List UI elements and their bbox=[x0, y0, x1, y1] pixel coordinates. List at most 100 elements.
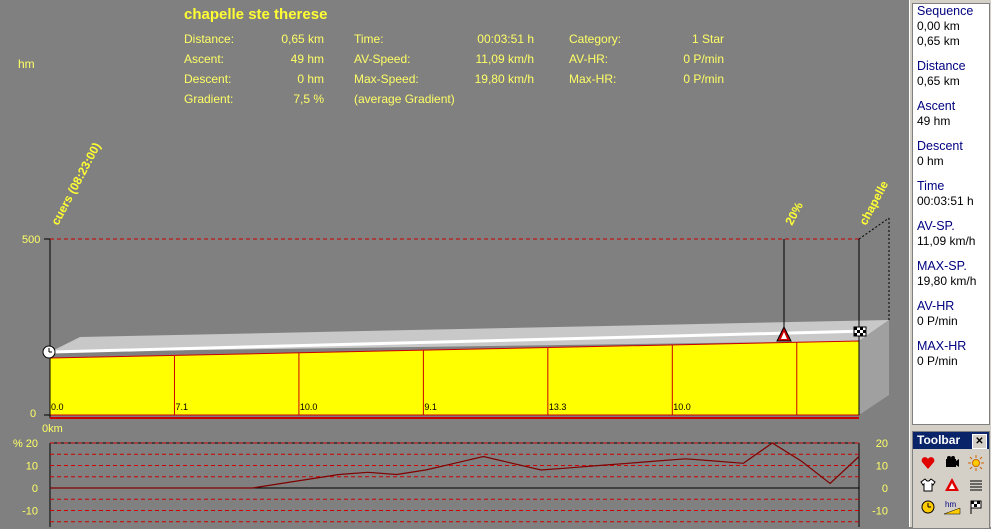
heart-rate-button[interactable] bbox=[917, 453, 939, 473]
maxhr-value: 0 P/min bbox=[683, 72, 724, 86]
avhr-label: AV-HR: bbox=[569, 52, 609, 66]
avg-gradient-note: (average Gradient) bbox=[354, 92, 455, 106]
segment-gradient-label: 9.1 bbox=[424, 402, 437, 412]
sidebar-item-title: Distance bbox=[917, 59, 966, 73]
sidebar-item-value: 0,00 km bbox=[917, 19, 960, 33]
list-icon bbox=[970, 480, 982, 491]
segment-gradient-label: 13.3 bbox=[549, 402, 567, 412]
grad-right-tick: 20 bbox=[876, 438, 888, 450]
ascent-label: Ascent: bbox=[184, 52, 225, 66]
grad-right-tick: 10 bbox=[876, 461, 888, 473]
x-label-start: 0km bbox=[42, 423, 63, 435]
toolbar-close-button[interactable]: ✕ bbox=[972, 434, 987, 449]
sidebar-item-value: 0,65 km bbox=[917, 34, 960, 48]
sidebar-item-title: MAX-SP. bbox=[917, 259, 967, 273]
sidebar-item-distance[interactable]: Distance 0,65 km bbox=[913, 59, 989, 89]
sidebar-item-value: 00:03:51 h bbox=[917, 194, 974, 208]
maxhr-label: Max-HR: bbox=[569, 72, 617, 86]
finish-button[interactable] bbox=[965, 497, 987, 517]
jersey-button[interactable] bbox=[917, 475, 939, 495]
sidebar-item-time[interactable]: Time 00:03:51 h bbox=[913, 179, 989, 209]
avspeed-value: 11,09 km/h bbox=[475, 52, 534, 66]
clock-icon bbox=[921, 500, 935, 514]
segment-gradient-label: 0.0 bbox=[51, 402, 64, 412]
grad-left-tick: 20 bbox=[26, 438, 38, 450]
route-title: chapelle ste therese bbox=[184, 6, 328, 23]
y-label-0: 0 bbox=[30, 408, 36, 420]
finish-flag-icon bbox=[853, 326, 867, 337]
avspeed-label: AV-Speed: bbox=[354, 52, 411, 66]
start-waypoint-label: cuers (08:23:00) bbox=[48, 140, 103, 227]
peak-gradient-label: 20% bbox=[782, 199, 806, 227]
grad-left-tick: -10 bbox=[22, 506, 38, 518]
sidebar-item-value: 0 hm bbox=[917, 154, 944, 168]
toolbar-title-text: Toolbar bbox=[917, 433, 961, 447]
stats-list: Sequence 0,00 km 0,65 km Distance 0,65 k… bbox=[912, 3, 990, 425]
grad-left-tick: 0 bbox=[32, 483, 38, 495]
sidebar-item-title: AV-HR bbox=[917, 299, 955, 313]
table-button[interactable] bbox=[965, 475, 987, 495]
sidebar-item-title: AV-SP. bbox=[917, 219, 955, 233]
distance-value: 0,65 km bbox=[281, 32, 324, 46]
sidebar-item-ascent[interactable]: Ascent 49 hm bbox=[913, 99, 989, 129]
time-value: 00:03:51 h bbox=[477, 32, 534, 46]
sidebar-item-title: Descent bbox=[917, 139, 963, 153]
sidebar-item-sequence[interactable]: Sequence 0,00 km 0,65 km bbox=[913, 4, 989, 49]
warning-icon bbox=[945, 478, 959, 491]
gradient-warning-button[interactable] bbox=[941, 475, 963, 495]
time-button[interactable] bbox=[917, 497, 939, 517]
avhr-value: 0 P/min bbox=[683, 52, 724, 66]
sidebar-item-value: 0,65 km bbox=[917, 74, 960, 88]
sidebar-item-avspeed[interactable]: AV-SP. 11,09 km/h bbox=[913, 219, 989, 249]
sidebar-item-value: 11,09 km/h bbox=[917, 234, 976, 248]
sidebar-item-title: Ascent bbox=[917, 99, 956, 113]
altitude-button[interactable]: hm bbox=[941, 497, 963, 517]
side-panel: Sequence 0,00 km 0,65 km Distance 0,65 k… bbox=[909, 0, 991, 529]
ascent-value: 49 hm bbox=[290, 52, 324, 66]
sidebar-item-title: Time bbox=[917, 179, 945, 193]
sidebar-item-value: 19,80 km/h bbox=[917, 274, 977, 288]
start-clock-icon bbox=[42, 345, 56, 359]
segment-gradient-label: 10.0 bbox=[300, 402, 318, 412]
heart-icon bbox=[921, 457, 935, 469]
gradient-chart: 20 20 10 10 0 0 -10 -10 % bbox=[13, 438, 888, 527]
segment-gradient-label: 10.0 bbox=[673, 402, 691, 412]
profile-view[interactable]: 0.0 7.1 10.0 9.1 13.3 10.0 500 0 0km cuers (0… bbox=[0, 0, 909, 527]
toolbar-panel: Toolbar ✕ hm bbox=[912, 431, 990, 529]
grad-right-tick: 0 bbox=[882, 483, 888, 495]
y-label-500: 500 bbox=[22, 234, 40, 246]
gradient-label: Gradient: bbox=[184, 92, 234, 106]
grad-left-tick: 10 bbox=[26, 461, 38, 473]
sidebar-item-maxhr[interactable]: MAX-HR 0 P/min bbox=[913, 339, 989, 369]
grad-y-unit: % bbox=[13, 438, 23, 450]
sidebar-item-descent[interactable]: Descent 0 hm bbox=[913, 139, 989, 169]
toolbar-title[interactable]: Toolbar ✕ bbox=[913, 432, 989, 449]
distance-label: Distance: bbox=[184, 32, 235, 46]
y-unit-label: hm bbox=[18, 57, 35, 71]
sidebar-item-title: Sequence bbox=[917, 4, 974, 18]
descent-value: 0 hm bbox=[297, 72, 324, 86]
sidebar-item-maxspeed[interactable]: MAX-SP. 19,80 km/h bbox=[913, 259, 989, 289]
shirt-icon bbox=[920, 478, 936, 492]
grad-tick-labels: 20 20 10 10 0 0 -10 -10 bbox=[22, 438, 888, 518]
flag-icon bbox=[970, 500, 982, 514]
gradient-value: 7,5 % bbox=[293, 92, 324, 106]
sidebar-item-value: 0 P/min bbox=[917, 314, 958, 328]
camera-button[interactable] bbox=[941, 453, 963, 473]
descent-label: Descent: bbox=[184, 72, 232, 86]
maxspeed-value: 19,80 km/h bbox=[474, 72, 534, 86]
segment-gradient-label: 7.1 bbox=[175, 402, 188, 412]
hm-icon-text: hm bbox=[945, 500, 956, 509]
time-label: Time: bbox=[354, 32, 384, 46]
maxspeed-label: Max-Speed: bbox=[354, 72, 419, 86]
grad-right-tick: -10 bbox=[872, 506, 888, 518]
sidebar-item-value: 0 P/min bbox=[917, 354, 958, 368]
sidebar-item-title: MAX-HR bbox=[917, 339, 967, 353]
camera-icon bbox=[946, 456, 959, 467]
sidebar-item-value: 49 hm bbox=[917, 114, 951, 128]
weather-button[interactable] bbox=[965, 453, 987, 473]
hm-icon: hm bbox=[943, 500, 961, 515]
sun-icon bbox=[968, 455, 984, 471]
category-value: 1 Star bbox=[691, 32, 724, 46]
sidebar-item-avhr[interactable]: AV-HR 0 P/min bbox=[913, 299, 989, 329]
